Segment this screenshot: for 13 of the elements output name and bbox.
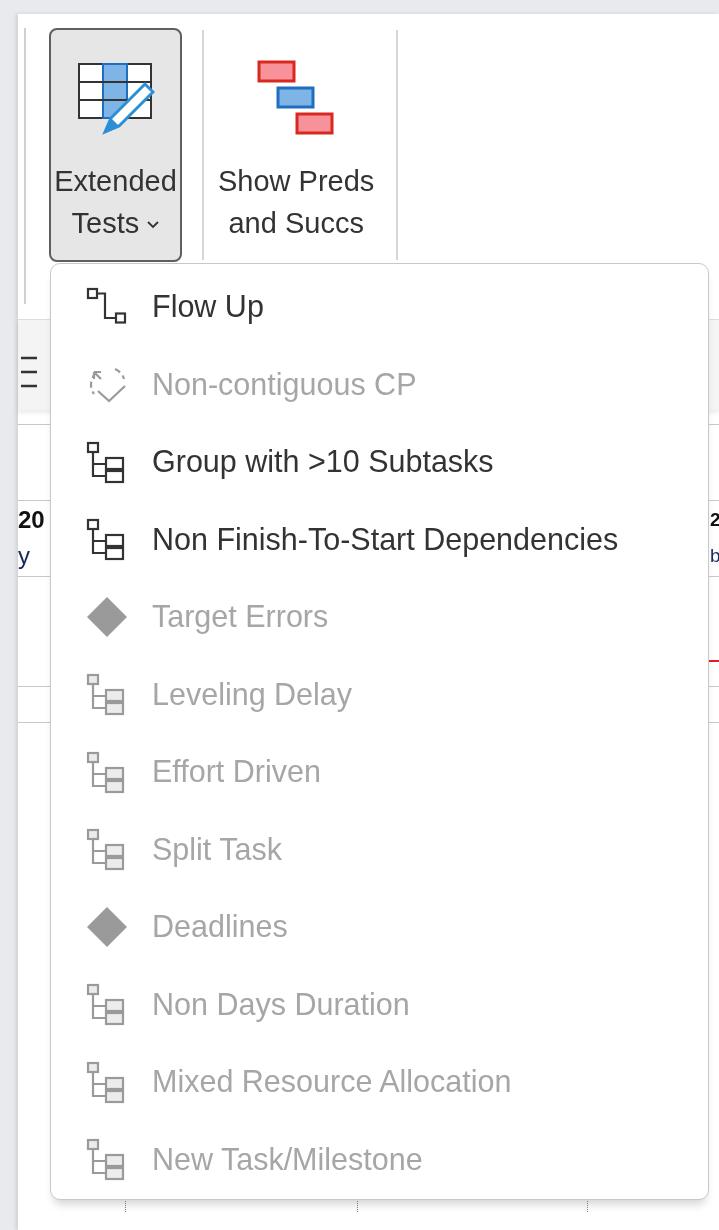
- menu-item[interactable]: Non Finish-To-Start Dependencies: [51, 500, 708, 578]
- gantt-bars-icon: [257, 60, 336, 138]
- list-icon[interactable]: [21, 356, 37, 388]
- table-pencil-icon: [76, 62, 155, 136]
- date-text: 2: [710, 508, 719, 532]
- menu-item[interactable]: Group with >10 Subtasks: [51, 423, 708, 501]
- date-text: b: [710, 544, 719, 568]
- ribbon-button[interactable]: Show Preds and Succs: [216, 28, 377, 262]
- date-text: y: [18, 541, 31, 571]
- date-text: 20: [18, 505, 45, 535]
- caret-icon: [147, 221, 160, 230]
- ribbon-button[interactable]: Extended Tests: [49, 28, 182, 262]
- menu-item[interactable]: Flow Up: [51, 268, 708, 346]
